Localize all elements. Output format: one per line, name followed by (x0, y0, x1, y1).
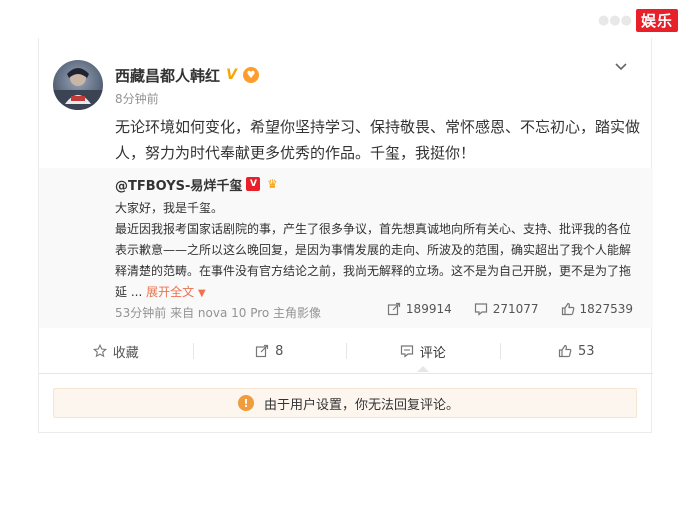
share-icon (256, 344, 269, 358)
expand-full-text-link[interactable]: 展开全文 ▼ (146, 285, 206, 299)
watermark: ●●● 娱乐 (598, 8, 678, 32)
notice-text: 由于用户设置，你无法回复评论。 (264, 397, 460, 413)
repost-stat-reposts[interactable]: 189914 (387, 302, 452, 316)
post-text: 无论环境如何变化，希望你坚持学习、保持敬畏、常怀感恩、不忘初心，踏实做人，努力为… (115, 118, 641, 162)
like-count: 1827539 (579, 302, 633, 316)
repost-action-count: 8 (275, 343, 284, 359)
repost-stat-comments[interactable]: 271077 (474, 302, 539, 316)
comment-area: ! 由于用户设置，你无法回复评论。 (39, 373, 653, 433)
comment-restricted-notice: ! 由于用户设置，你无法回复评论。 (53, 388, 637, 418)
verified-badge-icon: V (246, 177, 261, 191)
action-bar: 收藏 8 评论 53 (39, 334, 653, 368)
like-button[interactable]: 53 (499, 334, 654, 368)
verified-icon: V (226, 67, 237, 83)
repost-greeting: 大家好，我是千玺。 (115, 201, 224, 215)
favorite-label: 收藏 (112, 345, 139, 361)
crown-icon: ♛ (267, 177, 278, 191)
watermark-faint: ●●● (597, 12, 632, 28)
share-icon (387, 302, 401, 316)
weibo-screenshot: ●●● 娱乐 西藏昌都人韩红 V ♥ 8分钟前 无论环境如何变化，希望你坚持学习… (0, 0, 690, 505)
watermark-badge: 娱乐 (635, 8, 678, 32)
comment-icon (400, 345, 413, 358)
author-name[interactable]: 西藏昌都人韩红 (115, 65, 220, 86)
repost-author-row: @TFBOYS-易烊千玺 V ♛ (115, 174, 280, 194)
repost-meta: 53分钟前 来自 nova 10 Pro 主角影像 (115, 306, 322, 320)
repost-button[interactable]: 8 (192, 334, 347, 368)
medal-icon: ♥ (243, 67, 260, 83)
comment-icon (474, 303, 487, 316)
author-row: 西藏昌都人韩红 V ♥ (115, 64, 260, 86)
repost-author-name[interactable]: @TFBOYS-易烊千玺 (115, 175, 242, 194)
expand-chevron-icon: ▼ (197, 288, 206, 299)
thumb-up-icon (561, 302, 574, 316)
post-card: 西藏昌都人韩红 V ♥ 8分钟前 无论环境如何变化，希望你坚持学习、保持敬畏、常… (38, 38, 653, 433)
repost-text: 大家好，我是千玺。 最近因我报考国家话剧院的事，产生了很多争议，首先想真诚地向所… (115, 198, 639, 304)
comment-button[interactable]: 评论 (346, 334, 500, 368)
comment-count: 271077 (492, 302, 539, 316)
post-time[interactable]: 8分钟前 (115, 90, 159, 107)
comment-label: 评论 (419, 345, 446, 361)
avatar-image (53, 68, 103, 110)
chevron-down-icon[interactable] (613, 58, 629, 74)
avatar[interactable] (53, 60, 103, 110)
favorite-button[interactable]: 收藏 (39, 334, 193, 368)
repost-count: 189914 (405, 302, 452, 316)
warning-icon: ! (238, 395, 254, 411)
expand-label: 展开全文 (146, 285, 195, 299)
like-action-count: 53 (577, 343, 595, 359)
repost-stats: 189914 271077 1827539 (387, 302, 633, 316)
thumb-up-icon (558, 344, 572, 358)
star-icon (92, 344, 107, 358)
repost-stat-likes[interactable]: 1827539 (561, 302, 633, 316)
repost-block[interactable]: @TFBOYS-易烊千玺 V ♛ 大家好，我是千玺。 最近因我报考国家话剧院的事… (39, 168, 653, 328)
